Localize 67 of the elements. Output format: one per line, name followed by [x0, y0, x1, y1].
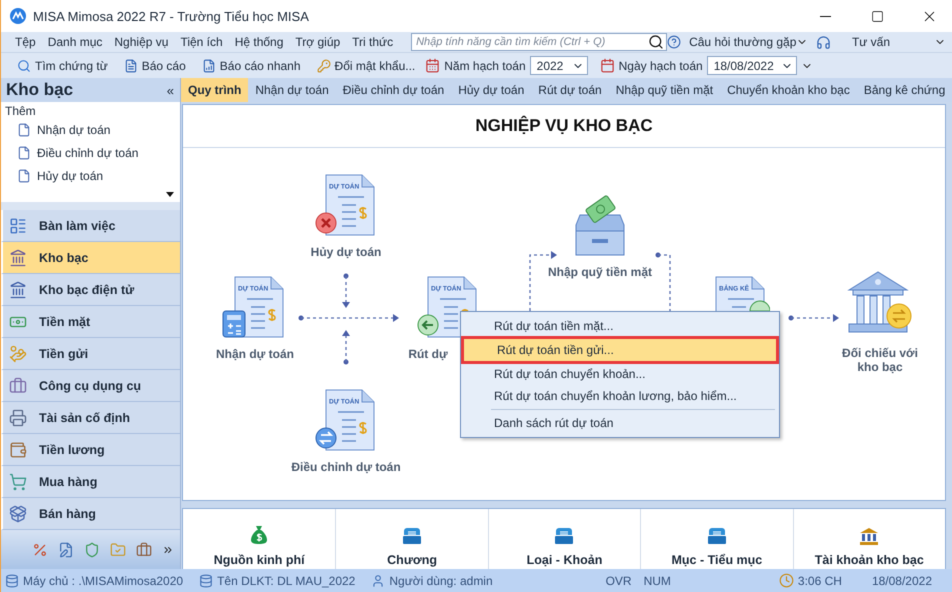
category-label[interactable]: Mục - Tiểu mục [672, 553, 762, 567]
category-label[interactable]: Loại - Khoản [526, 553, 602, 567]
menu-option[interactable]: Rút dự toán tiền gửi... [464, 339, 776, 361]
nav-item[interactable]: Công cụ dụng cụ [1, 370, 180, 402]
node-label[interactable]: Điều chỉnh dự toán [284, 460, 408, 474]
num-status: NUM [644, 574, 671, 588]
year-combo[interactable]: 2022 [530, 56, 588, 75]
node-label[interactable]: Đối chiếu với kho bạc [834, 346, 926, 374]
category-label[interactable]: Nguồn kinh phí [214, 553, 305, 567]
nav-item[interactable]: Bàn làm việc [1, 210, 180, 242]
ovr-status: OVR [606, 574, 632, 588]
tab[interactable]: Bảng kê chứng [856, 78, 952, 102]
quick-link[interactable]: Nhận dự toán [5, 118, 176, 141]
tab[interactable]: Chuyển khoản kho bạc [720, 78, 857, 102]
nav-item[interactable]: Tiền gửi [1, 338, 180, 370]
date-label: Ngày hạch toán [618, 58, 703, 72]
toolbar-button[interactable]: Báo cáo nhanh [196, 56, 307, 74]
user-status: Người dùng: admin [389, 574, 493, 588]
nav-item[interactable]: Mua hàng [1, 466, 180, 498]
tab[interactable]: Nhập quỹ tiền mặt [608, 78, 720, 102]
server-status: Máy chủ : .\MISAMimosa2020 [23, 574, 184, 588]
date-combo[interactable]: 18/08/2022 [706, 56, 797, 75]
menu-item[interactable]: Tiện ích [174, 35, 229, 49]
category-label[interactable]: Chương [387, 553, 438, 567]
tab[interactable]: Hủy dự toán [451, 78, 532, 102]
nav-item[interactable]: Kho bạc [1, 242, 180, 274]
window-title: MISA Mimosa 2022 R7 - Trường Tiểu học MISA [33, 8, 310, 24]
nav-item[interactable]: Tiền mặt [1, 306, 180, 338]
menu-option[interactable]: Rút dự toán tiền mặt... [461, 315, 779, 337]
toolbar-button[interactable]: Tìm chứng từ [11, 56, 114, 74]
nav-item[interactable]: Tiền lương [1, 434, 180, 466]
time-status: 3:06 CH [798, 574, 842, 588]
tab[interactable]: Quy trình [181, 78, 248, 102]
menu-item[interactable]: Tệp [9, 35, 42, 49]
node-label[interactable]: Hủy dự toán [284, 245, 408, 259]
search-field[interactable]: Nhập tính năng cần tìm kiếm (Ctrl + Q) [411, 33, 668, 51]
node-label[interactable]: Nhận dự toán [193, 347, 317, 361]
menu-option[interactable]: Rút dự toán chuyển khoản... [461, 363, 779, 385]
menu-item[interactable]: Nghiệp vụ [108, 35, 174, 49]
sidebar-title: Kho bạc [6, 80, 74, 100]
tab[interactable]: Điều chỉnh dự toán [336, 78, 452, 102]
node-label[interactable]: Nhập quỹ tiền mặt [538, 265, 662, 279]
node-label[interactable]: Rút dự [408, 347, 448, 361]
tab[interactable]: Nhận dự toán [248, 78, 336, 102]
diagram-title: NGHIỆP VỤ KHO BẠC [475, 116, 653, 136]
date-status: 18/08/2022 [872, 574, 932, 588]
section-title: Thêm [5, 104, 37, 118]
menu-option[interactable]: Rút dự toán chuyển khoản lương, bảo hiểm... [461, 385, 779, 407]
menu-item[interactable]: Hệ thống [228, 35, 290, 49]
quick-link[interactable]: Điều chỉnh dự toán [5, 141, 176, 164]
menu-item[interactable]: Trợ giúp [289, 35, 346, 49]
nav-item[interactable]: Kho bạc điện tử [1, 274, 180, 306]
advice-link[interactable]: Tư vấn [852, 35, 890, 49]
tab[interactable]: Rút dự toán [531, 78, 609, 102]
collapse-button[interactable]: « [166, 82, 174, 98]
toolbar-button[interactable]: Báo cáo [118, 56, 192, 74]
category-label[interactable]: Tài khoản kho bạc [814, 553, 924, 567]
quick-link[interactable]: Hủy dự toán [5, 164, 176, 187]
menu-item[interactable]: Danh mục [42, 35, 108, 49]
toolbar-button[interactable]: Đổi mật khẩu... [310, 56, 422, 74]
menu-item[interactable]: Tri thức [346, 35, 400, 49]
nav-item[interactable]: Bán hàng [1, 498, 180, 530]
year-label: Năm hạch toán [444, 58, 526, 72]
nav-item[interactable]: Tài sản cố định [1, 402, 180, 434]
menu-option[interactable]: Danh sách rút dự toán [461, 412, 779, 434]
database-status: Tên DLKT: DL MAU_2022 [217, 574, 356, 588]
faq-link[interactable]: Câu hỏi thường gặp [689, 35, 796, 49]
